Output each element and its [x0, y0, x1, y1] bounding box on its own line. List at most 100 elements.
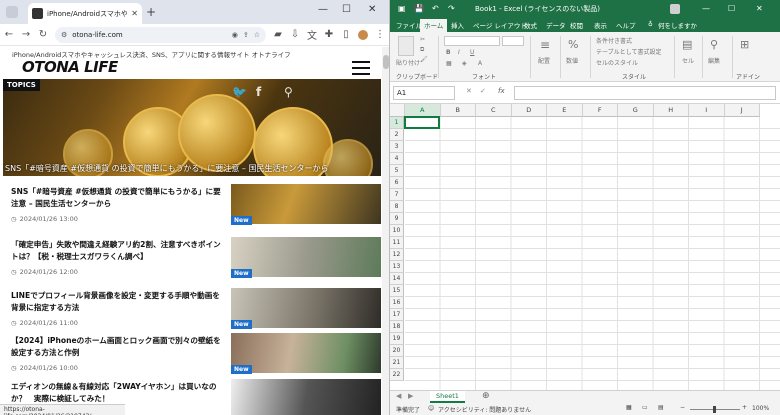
- save-icon[interactable]: 💾: [414, 4, 424, 13]
- row-header[interactable]: 19: [390, 333, 404, 345]
- bookmark-star-icon[interactable]: ☆: [254, 31, 260, 39]
- maximize-icon[interactable]: ☐: [342, 4, 351, 15]
- address-bar[interactable]: ⚙ otona-life.com ◉ ⇪ ☆: [55, 26, 266, 43]
- translate-icon[interactable]: 文: [307, 27, 317, 42]
- tab-review[interactable]: 校閲: [570, 20, 583, 30]
- column-header[interactable]: F: [582, 104, 618, 117]
- align-button[interactable]: 配置: [538, 56, 550, 65]
- account-avatar[interactable]: [670, 4, 680, 14]
- font-color-icon[interactable]: A: [478, 60, 482, 67]
- facebook-icon[interactable]: f: [256, 85, 261, 99]
- column-header[interactable]: I: [689, 104, 725, 117]
- bold-icon[interactable]: B: [446, 49, 451, 56]
- tab-page-layout[interactable]: ページ レイアウト: [473, 20, 527, 30]
- page-scrollbar[interactable]: [382, 47, 389, 415]
- name-box[interactable]: A1: [393, 86, 455, 100]
- tab-view[interactable]: 表示: [594, 20, 607, 30]
- new-tab-button[interactable]: +: [146, 5, 156, 19]
- number-button[interactable]: 数値: [566, 56, 578, 65]
- minimize-icon[interactable]: —: [702, 4, 710, 13]
- add-sheet-icon[interactable]: ⊕: [482, 391, 490, 401]
- article-item[interactable]: 「確定申告」失敗や間違え経験アリ約2割、注意すべきポイントは？【税・税理士スガワ…: [3, 237, 381, 278]
- share-icon[interactable]: ⇪: [243, 31, 249, 39]
- fill-color-icon[interactable]: ◈: [462, 60, 467, 67]
- undo-icon[interactable]: ↶: [432, 4, 439, 13]
- maximize-icon[interactable]: ☐: [728, 4, 735, 13]
- hamburger-menu-icon[interactable]: [352, 61, 370, 75]
- twitter-icon[interactable]: 🐦: [232, 85, 247, 99]
- browser-tab[interactable]: iPhone/Androidスマホやキャッシュ ✕: [28, 3, 142, 24]
- row-header[interactable]: 5: [390, 165, 404, 177]
- paste-button[interactable]: 貼り付け: [396, 58, 420, 67]
- row-header[interactable]: 20: [390, 345, 404, 357]
- next-sheet-icon[interactable]: ▶: [408, 392, 413, 400]
- article-item[interactable]: LINEでプロフィール背景画像を設定・変更する手順や動画を背景に指定する方法 ◷…: [3, 288, 381, 329]
- zoom-in-icon[interactable]: +: [742, 404, 747, 411]
- article-thumbnail[interactable]: [231, 333, 381, 373]
- worksheet-grid[interactable]: ABCDEFGHIJ 1 2 3 4 5 6 7 8 9 10 11 12 13 14 15 16 17 18 19…: [390, 104, 780, 390]
- border-icon[interactable]: ▦: [446, 60, 452, 67]
- cut-icon[interactable]: ✂: [420, 36, 425, 43]
- tab-file[interactable]: ファイル: [396, 20, 422, 30]
- row-header[interactable]: 7: [390, 189, 404, 201]
- menu-icon[interactable]: ⋮: [375, 29, 385, 40]
- article-item[interactable]: SNS「#暗号資産 #仮想通貨 の投資で簡単にもうかる」に要注意 – 国民生活セ…: [3, 184, 381, 225]
- article-thumbnail[interactable]: [231, 184, 381, 224]
- zoom-out-icon[interactable]: −: [680, 404, 685, 411]
- editing-button[interactable]: 編集: [708, 56, 720, 65]
- forward-icon[interactable]: →: [21, 29, 31, 40]
- row-header[interactable]: 6: [390, 177, 404, 189]
- article-thumbnail[interactable]: [231, 288, 381, 328]
- site-logo[interactable]: OTONA LIFE: [22, 58, 118, 76]
- underline-icon[interactable]: U: [470, 49, 474, 56]
- insert-function-icon[interactable]: fx: [498, 87, 505, 95]
- tab-formulas[interactable]: 数式: [524, 20, 537, 30]
- formula-input[interactable]: [514, 86, 776, 100]
- font-size-select[interactable]: [502, 36, 524, 46]
- table-format-button[interactable]: テーブルとして書式設定: [596, 47, 661, 56]
- paste-icon[interactable]: [398, 36, 414, 56]
- close-window-icon[interactable]: ✕: [756, 4, 763, 13]
- profile-avatar[interactable]: [358, 29, 368, 40]
- sheet-tab[interactable]: Sheet1: [430, 391, 465, 403]
- tab-close-icon[interactable]: ✕: [131, 9, 138, 18]
- cell-styles-button[interactable]: セルのスタイル: [596, 58, 638, 67]
- page-layout-icon[interactable]: ▭: [642, 404, 648, 411]
- tell-me-search[interactable]: 何をしますか: [658, 20, 697, 30]
- minimize-icon[interactable]: —: [318, 4, 328, 15]
- article-thumbnail[interactable]: [231, 379, 381, 415]
- row-header[interactable]: 14: [390, 273, 404, 285]
- row-header[interactable]: 13: [390, 261, 404, 273]
- column-header[interactable]: G: [618, 104, 654, 117]
- back-icon[interactable]: ←: [4, 29, 14, 40]
- article-title[interactable]: 「確定申告」失敗や間違え経験アリ約2割、注意すべきポイントは？【税・税理士スガワ…: [11, 239, 226, 263]
- column-header[interactable]: C: [476, 104, 512, 117]
- accessibility-icon[interactable]: ☺: [428, 405, 434, 412]
- tab-data[interactable]: データ: [546, 20, 566, 30]
- row-header[interactable]: 22: [390, 369, 404, 381]
- row-header[interactable]: 4: [390, 153, 404, 165]
- close-window-icon[interactable]: ✕: [368, 4, 376, 15]
- prev-sheet-icon[interactable]: ◀: [396, 392, 401, 400]
- zoom-slider-thumb[interactable]: [713, 406, 716, 413]
- column-header[interactable]: D: [511, 104, 547, 117]
- select-all-corner[interactable]: [390, 104, 405, 117]
- row-header[interactable]: 16: [390, 297, 404, 309]
- autosave-icon[interactable]: ▣: [398, 4, 406, 13]
- column-header[interactable]: H: [653, 104, 689, 117]
- row-header[interactable]: 21: [390, 357, 404, 369]
- cell-area[interactable]: [405, 117, 780, 390]
- eye-icon[interactable]: ◉: [232, 31, 238, 39]
- page-break-icon[interactable]: ▤: [658, 404, 664, 411]
- zoom-level[interactable]: 100%: [752, 405, 769, 412]
- article-item[interactable]: 【2024】iPhoneのホーム画面とロック画面で別々の壁紙を設定する方法と作例…: [3, 333, 381, 374]
- column-header[interactable]: J: [724, 104, 760, 117]
- article-title[interactable]: SNS「#暗号資産 #仮想通貨 の投資で簡単にもうかる」に要注意 – 国民生活セ…: [11, 186, 226, 210]
- row-header[interactable]: 3: [390, 141, 404, 153]
- row-header[interactable]: 10: [390, 225, 404, 237]
- sidepanel-icon[interactable]: ▯: [341, 29, 351, 40]
- row-header[interactable]: 11: [390, 237, 404, 249]
- article-title[interactable]: エディオンの無線＆有線対応「2WAYイヤホン」は買いなのか？ 実際に検証してみた…: [11, 381, 226, 405]
- row-header[interactable]: 2: [390, 129, 404, 141]
- site-info-icon[interactable]: ⚙: [61, 31, 67, 39]
